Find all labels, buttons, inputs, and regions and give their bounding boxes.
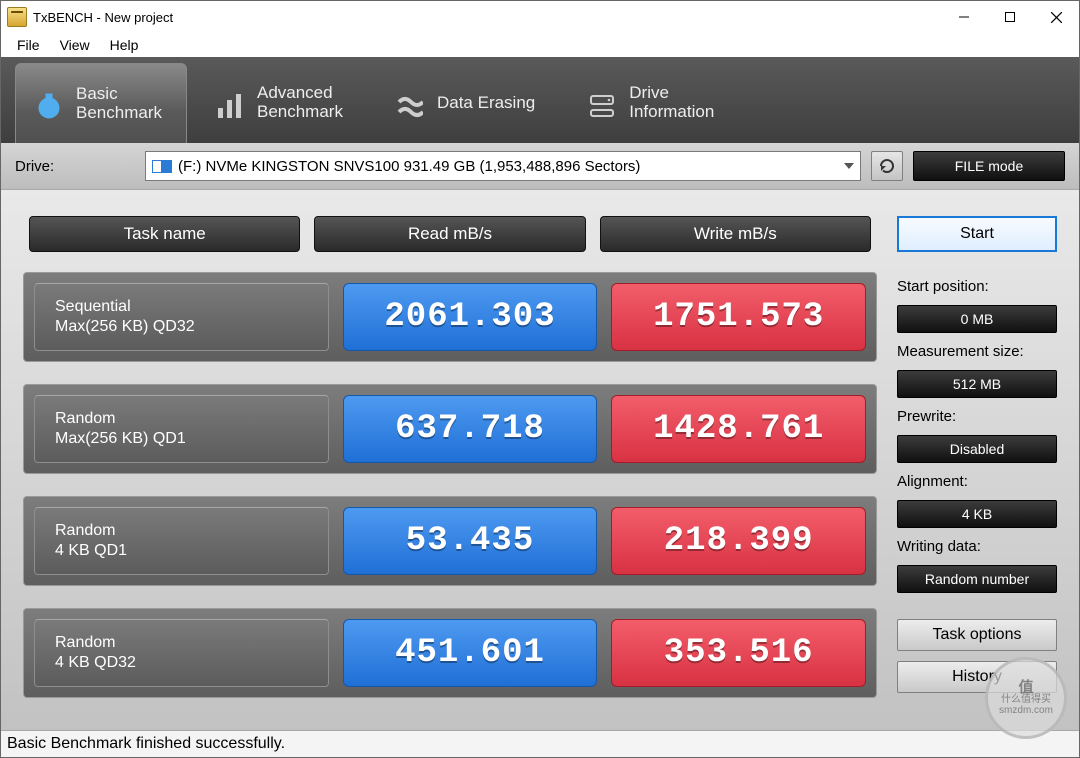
result-row: Random 4 KB QD1 53.435 218.399 bbox=[23, 496, 877, 586]
bars-icon bbox=[215, 88, 245, 118]
write-value: 218.399 bbox=[611, 507, 866, 575]
watermark-line2: smzdm.com bbox=[999, 706, 1053, 717]
tab-label: Basic Benchmark bbox=[76, 85, 162, 122]
measurement-size-value[interactable]: 512 MB bbox=[897, 370, 1057, 398]
statusbar: Basic Benchmark finished successfully. bbox=[1, 730, 1079, 757]
task-cell: Random 4 KB QD32 bbox=[34, 619, 329, 687]
task-sub: 4 KB QD1 bbox=[55, 541, 308, 561]
results-panel: Task name Read mB/s Write mB/s Sequentia… bbox=[23, 216, 877, 724]
watermark: 值 什么值得买 smzdm.com bbox=[985, 657, 1067, 739]
read-value: 53.435 bbox=[343, 507, 598, 575]
read-value: 451.601 bbox=[343, 619, 598, 687]
measurement-size-label: Measurement size: bbox=[897, 343, 1057, 360]
tab-label: Data Erasing bbox=[437, 94, 535, 113]
write-value: 1751.573 bbox=[611, 283, 866, 351]
drive-icon bbox=[587, 88, 617, 118]
tab-advanced-benchmark[interactable]: Advanced Benchmark bbox=[197, 63, 367, 143]
tab-basic-benchmark[interactable]: Basic Benchmark bbox=[15, 63, 187, 143]
write-value: 1428.761 bbox=[611, 395, 866, 463]
sidebar: Start Start position: 0 MB Measurement s… bbox=[897, 216, 1057, 724]
task-cell: Random 4 KB QD1 bbox=[34, 507, 329, 575]
prewrite-label: Prewrite: bbox=[897, 408, 1057, 425]
alignment-value[interactable]: 4 KB bbox=[897, 500, 1057, 528]
watermark-brand: 值 bbox=[1018, 680, 1033, 696]
maximize-button[interactable] bbox=[987, 1, 1033, 33]
drive-row: Drive: (F:) NVMe KINGSTON SNVS100 931.49… bbox=[1, 143, 1079, 190]
drive-select-value: (F:) NVMe KINGSTON SNVS100 931.49 GB (1,… bbox=[178, 158, 640, 175]
tab-data-erasing[interactable]: Data Erasing bbox=[377, 63, 559, 143]
task-sub: Max(256 KB) QD1 bbox=[55, 429, 308, 449]
app-window: TxBENCH - New project File View Help Bas… bbox=[0, 0, 1080, 758]
read-value: 2061.303 bbox=[343, 283, 598, 351]
tab-label: Advanced Benchmark bbox=[257, 84, 343, 121]
writing-data-value[interactable]: Random number bbox=[897, 565, 1057, 593]
drive-select-icon bbox=[152, 159, 172, 173]
stopwatch-icon bbox=[34, 89, 64, 119]
titlebar: TxBENCH - New project bbox=[1, 1, 1079, 33]
task-name: Sequential bbox=[55, 297, 308, 317]
result-row: Sequential Max(256 KB) QD32 2061.303 175… bbox=[23, 272, 877, 362]
header-read: Read mB/s bbox=[314, 216, 585, 252]
drive-label: Drive: bbox=[15, 158, 135, 175]
task-name: Random bbox=[55, 521, 308, 541]
result-row: Random 4 KB QD32 451.601 353.516 bbox=[23, 608, 877, 698]
task-name: Random bbox=[55, 633, 308, 653]
writing-data-label: Writing data: bbox=[897, 538, 1057, 555]
task-name: Random bbox=[55, 409, 308, 429]
menubar: File View Help bbox=[1, 33, 1079, 57]
task-sub: Max(256 KB) QD32 bbox=[55, 317, 308, 337]
window-controls bbox=[941, 1, 1079, 33]
close-button[interactable] bbox=[1033, 1, 1079, 33]
task-cell: Random Max(256 KB) QD1 bbox=[34, 395, 329, 463]
erase-icon bbox=[395, 88, 425, 118]
results-header-row: Task name Read mB/s Write mB/s bbox=[23, 216, 877, 252]
file-mode-button[interactable]: FILE mode bbox=[913, 151, 1065, 181]
alignment-label: Alignment: bbox=[897, 473, 1057, 490]
task-options-button[interactable]: Task options bbox=[897, 619, 1057, 651]
read-value: 637.718 bbox=[343, 395, 598, 463]
app-icon bbox=[7, 7, 27, 27]
content: Task name Read mB/s Write mB/s Sequentia… bbox=[1, 190, 1079, 730]
refresh-button[interactable] bbox=[871, 151, 903, 181]
tab-drive-information[interactable]: Drive Information bbox=[569, 63, 738, 143]
result-row: Random Max(256 KB) QD1 637.718 1428.761 bbox=[23, 384, 877, 474]
start-position-label: Start position: bbox=[897, 278, 1057, 295]
header-write: Write mB/s bbox=[600, 216, 871, 252]
header-task: Task name bbox=[29, 216, 300, 252]
toolbar-tabs: Basic Benchmark Advanced Benchmark Data … bbox=[1, 57, 1079, 143]
start-position-value[interactable]: 0 MB bbox=[897, 305, 1057, 333]
write-value: 353.516 bbox=[611, 619, 866, 687]
window-title: TxBENCH - New project bbox=[33, 10, 173, 25]
task-sub: 4 KB QD32 bbox=[55, 653, 308, 673]
tab-label: Drive Information bbox=[629, 84, 714, 121]
prewrite-value[interactable]: Disabled bbox=[897, 435, 1057, 463]
start-button[interactable]: Start bbox=[897, 216, 1057, 252]
menu-view[interactable]: View bbox=[50, 35, 100, 55]
menu-file[interactable]: File bbox=[7, 35, 50, 55]
status-text: Basic Benchmark finished successfully. bbox=[7, 735, 285, 753]
drive-select[interactable]: (F:) NVMe KINGSTON SNVS100 931.49 GB (1,… bbox=[145, 151, 861, 181]
task-cell: Sequential Max(256 KB) QD32 bbox=[34, 283, 329, 351]
minimize-button[interactable] bbox=[941, 1, 987, 33]
chevron-down-icon bbox=[844, 163, 854, 169]
menu-help[interactable]: Help bbox=[100, 35, 149, 55]
